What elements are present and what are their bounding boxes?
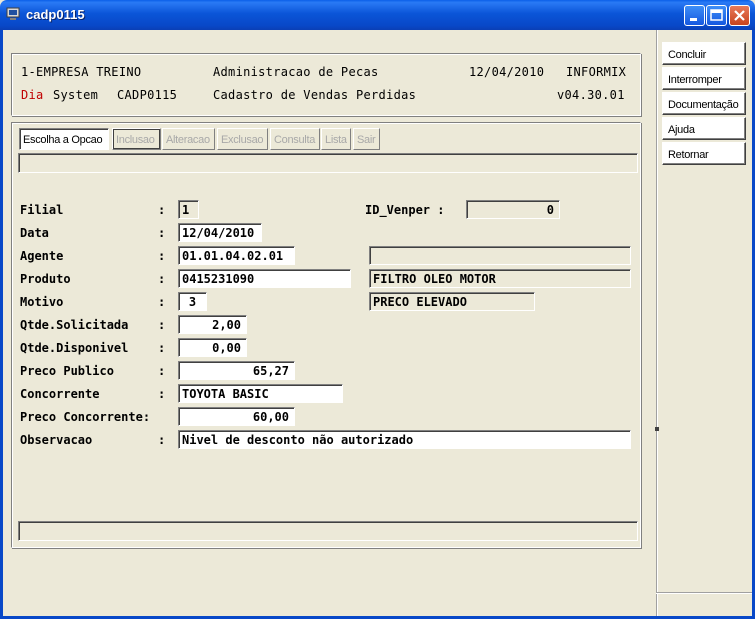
preco-publico-field[interactable]: 65,27	[178, 361, 295, 380]
filial-field[interactable]: 1	[178, 200, 199, 219]
close-button[interactable]	[729, 5, 750, 26]
colon: :	[158, 364, 166, 378]
observacao-label: Observacao	[20, 433, 93, 447]
message-bar	[18, 153, 638, 173]
sidebar-bottom-separator	[656, 592, 752, 594]
interromper-button[interactable]: Interromper	[662, 67, 746, 90]
sidebar-separator	[656, 30, 658, 616]
colon: :	[158, 433, 166, 447]
header-date: 12/04/2010	[469, 65, 545, 79]
qtde-solicitada-field[interactable]: 2,00	[178, 315, 247, 334]
qtde-solicitada-label: Qtde.Solicitada	[20, 318, 129, 332]
colon: :	[158, 249, 166, 263]
resize-grip-icon[interactable]	[655, 427, 659, 431]
id-venper-label: ID_Venper :	[365, 203, 445, 217]
close-icon	[734, 10, 745, 21]
agente-label: Agente	[20, 249, 64, 263]
window-title: cadp0115	[26, 7, 85, 22]
tab-consulta[interactable]: Consulta	[270, 128, 320, 150]
ajuda-button[interactable]: Ajuda	[662, 117, 746, 140]
motivo-description: PRECO ELEVADO	[369, 292, 535, 311]
window-frame-left	[0, 30, 3, 619]
tab-escolha-opcao[interactable]: Escolha a Opcao	[19, 128, 109, 150]
maximize-button[interactable]	[706, 5, 727, 26]
colon: :	[158, 226, 166, 240]
qtde-disponivel-field[interactable]: 0,00	[178, 338, 247, 357]
concluir-button[interactable]: Concluir	[662, 42, 746, 65]
retornar-button[interactable]: Retornar	[662, 142, 746, 165]
colon: :	[158, 272, 166, 286]
produto-field[interactable]: 0415231090	[178, 269, 351, 288]
data-label: Data	[20, 226, 49, 240]
concorrente-label: Concorrente	[20, 387, 100, 401]
preco-concorrente-field[interactable]: 60,00	[178, 407, 295, 426]
qtde-disponivel-label: Qtde.Disponivel	[20, 341, 129, 355]
database-name: INFORMIX	[566, 65, 627, 79]
colon: :	[158, 203, 166, 217]
colon: :	[158, 318, 166, 332]
colon: :	[158, 341, 166, 355]
tab-sair[interactable]: Sair	[353, 128, 380, 150]
tab-alteracao[interactable]: Alteracao	[162, 128, 215, 150]
title-bar: cadp0115	[0, 0, 755, 30]
concorrente-field[interactable]: TOYOTA BASIC	[178, 384, 343, 403]
colon: :	[158, 387, 166, 401]
main-panel	[11, 122, 641, 548]
tab-lista[interactable]: Lista	[321, 128, 351, 150]
version-label: v04.30.01	[557, 88, 625, 102]
agente-description	[369, 246, 631, 265]
colon: :	[158, 295, 166, 309]
agente-field[interactable]: 01.01.04.02.01	[178, 246, 295, 265]
app-icon	[6, 7, 20, 20]
id-venper-field: 0	[466, 200, 560, 219]
motivo-label: Motivo	[20, 295, 64, 309]
header-panel: 1-EMPRESA TREINO Administracao de Pecas …	[11, 53, 641, 116]
produto-label: Produto	[20, 272, 71, 286]
tab-exclusao[interactable]: Exclusao	[217, 128, 268, 150]
documentacao-button[interactable]: Documentação	[662, 92, 746, 115]
filial-label: Filial	[20, 203, 64, 217]
produto-description: FILTRO OLEO MOTOR	[369, 269, 631, 288]
motivo-field[interactable]: 3	[178, 292, 207, 311]
preco-concorrente-label: Preco Concorrente:	[20, 410, 151, 424]
observacao-field[interactable]: Nivel de desconto não autorizado	[178, 430, 631, 449]
system-label: System	[53, 88, 99, 102]
data-field[interactable]: 12/04/2010	[178, 223, 262, 242]
day-label: Dia	[21, 88, 44, 102]
program-code: CADP0115	[117, 88, 178, 102]
tab-inclusao[interactable]: Inclusao	[112, 128, 161, 150]
maximize-icon	[710, 9, 723, 21]
company-name: 1-EMPRESA TREINO	[21, 65, 142, 79]
minimize-button[interactable]	[684, 5, 705, 26]
preco-publico-label: Preco Publico	[20, 364, 114, 378]
status-bar	[18, 521, 638, 541]
screen-title: Cadastro de Vendas Perdidas	[213, 88, 417, 102]
minimize-icon	[690, 18, 697, 21]
module-name: Administracao de Pecas	[213, 65, 379, 79]
